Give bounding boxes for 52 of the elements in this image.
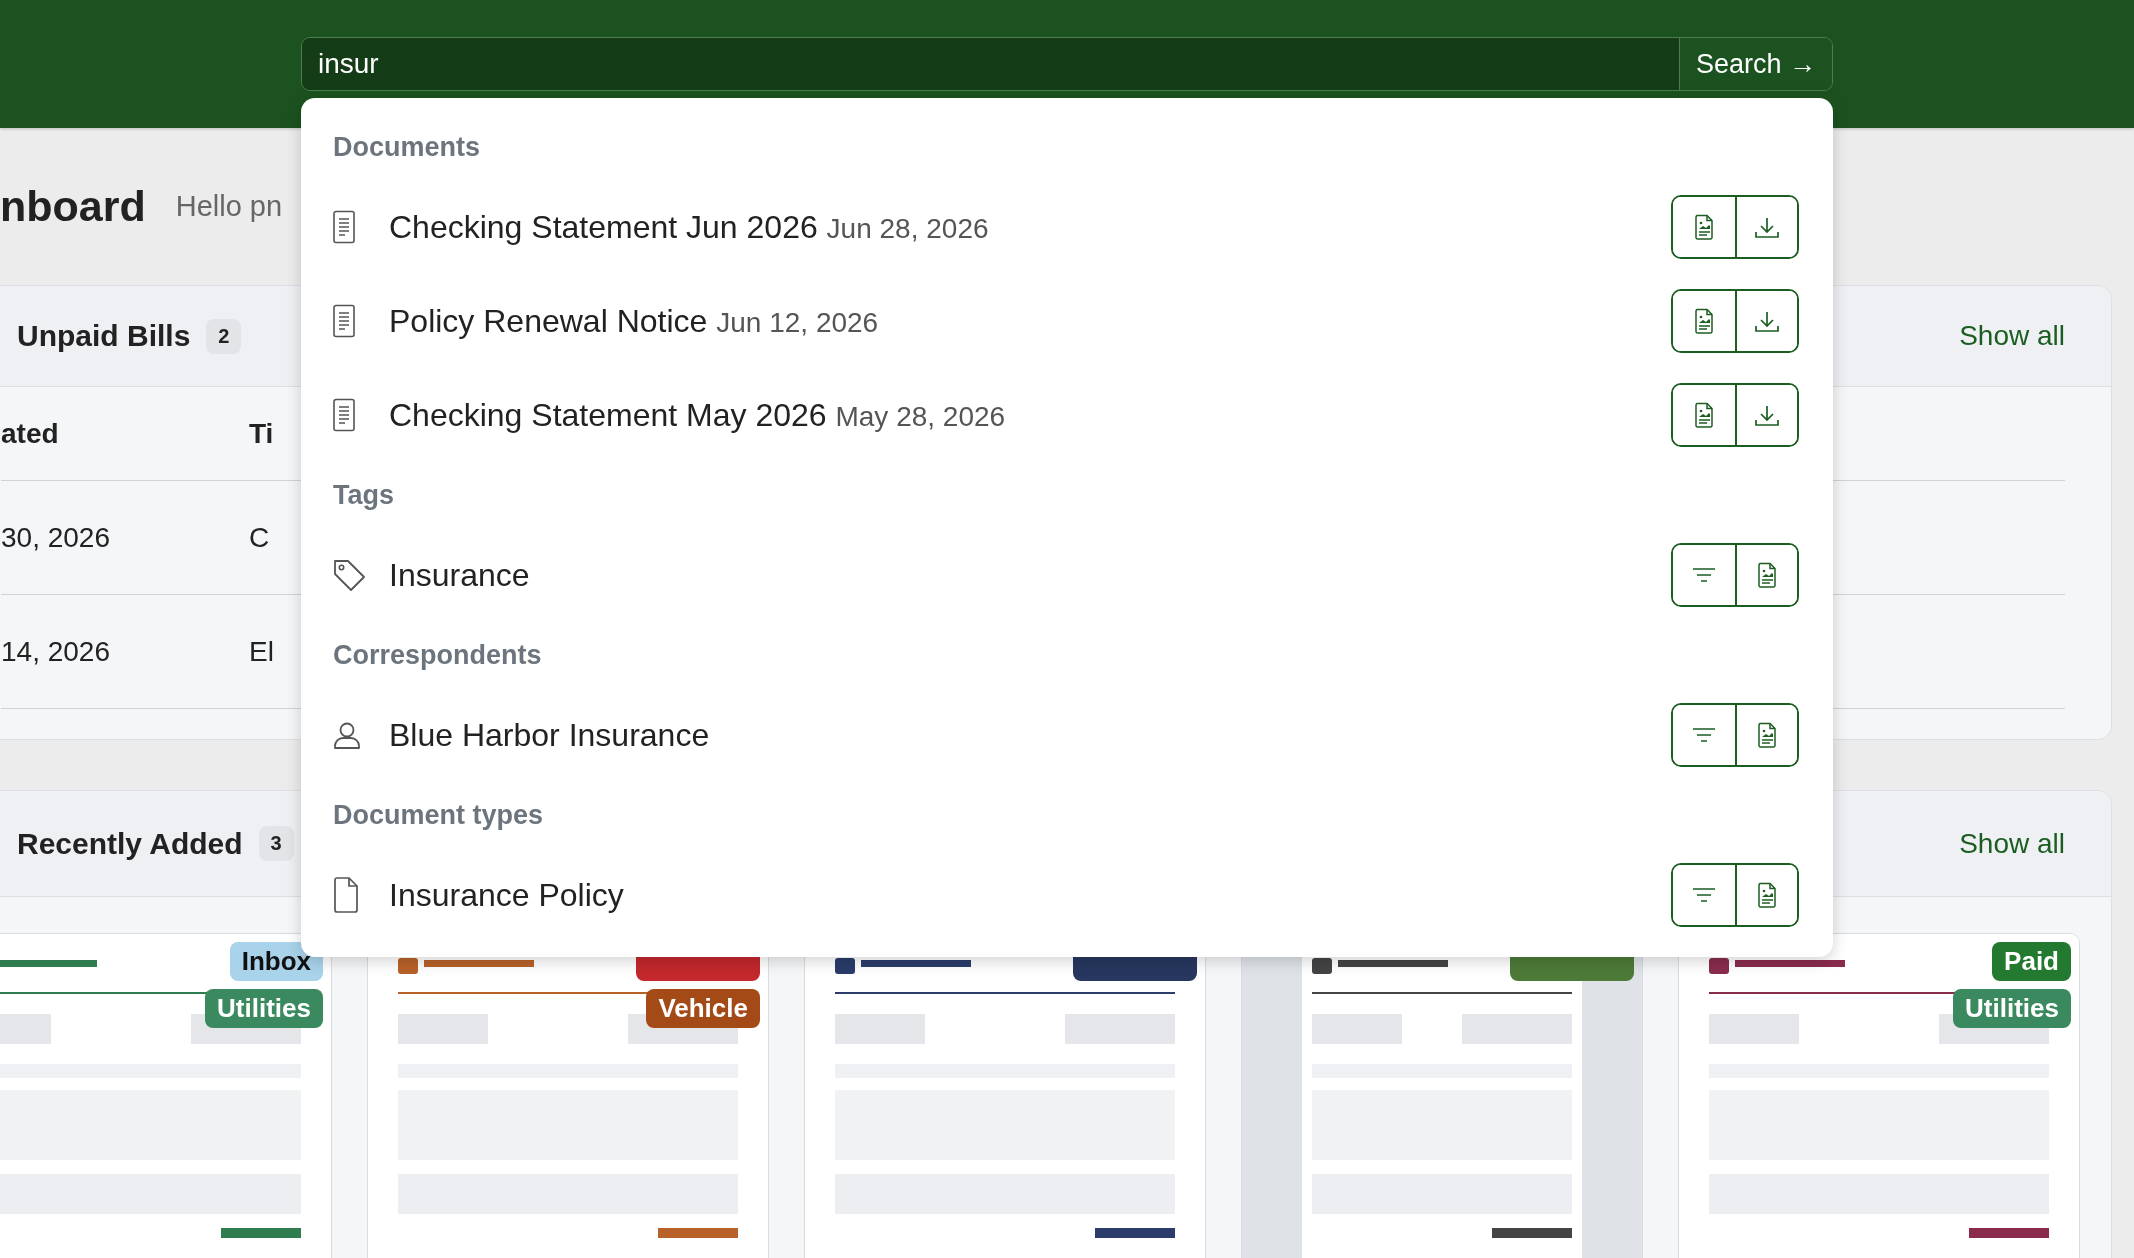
- tag-badge[interactable]: Utilities: [1953, 989, 2071, 1028]
- file-icon: [333, 877, 359, 913]
- card-title: Unpaid Bills: [17, 319, 191, 353]
- tag-badge[interactable]: Utilities: [205, 989, 323, 1028]
- download-button[interactable]: [1735, 291, 1797, 351]
- document-preview-icon: [1694, 214, 1714, 240]
- show-all-link[interactable]: Show all: [1959, 320, 2065, 352]
- table-cell: C: [249, 521, 270, 554]
- tag-badge[interactable]: Paid: [1992, 942, 2071, 981]
- search-result-link[interactable]: Checking Statement Jun 2026 Jun 28, 2026: [389, 208, 989, 246]
- column-header: Ti: [249, 417, 274, 450]
- documents-button[interactable]: [1735, 705, 1797, 765]
- search-result-link[interactable]: Blue Harbor Insurance: [389, 716, 710, 754]
- tag-badge[interactable]: Vehicle: [646, 989, 760, 1028]
- section-heading: Correspondents: [333, 638, 543, 672]
- table-cell: El: [249, 635, 274, 668]
- person-icon: [333, 721, 361, 749]
- greeting-text: Hello pn: [175, 190, 283, 223]
- document-icon: [333, 398, 355, 432]
- count-badge: 2: [206, 318, 242, 354]
- tag-icon: [333, 558, 366, 592]
- document-preview-icon: [1757, 882, 1777, 908]
- section-heading: Documents: [333, 130, 482, 164]
- download-icon: [1754, 309, 1780, 333]
- document-preview-icon: [1757, 722, 1777, 748]
- filter-icon: [1692, 886, 1716, 904]
- show-all-link[interactable]: Show all: [1959, 827, 2065, 860]
- card-title: Recently Added: [17, 826, 243, 861]
- count-badge: 3: [258, 826, 294, 861]
- section-heading: Document types: [333, 798, 545, 832]
- search-result-link[interactable]: Insurance Policy: [389, 876, 624, 914]
- table-cell-text: 30, 2026: [1, 521, 111, 554]
- document-preview-icon: [1757, 562, 1777, 588]
- download-icon: [1754, 403, 1780, 427]
- section-heading: Tags: [333, 478, 395, 512]
- filter-icon: [1692, 566, 1716, 584]
- search-result-link[interactable]: Insurance: [389, 556, 530, 594]
- column-header: ated: [1, 417, 60, 450]
- search-result-link[interactable]: Checking Statement May 2026 May 28, 2026: [389, 396, 1006, 434]
- download-icon: [1754, 215, 1780, 239]
- document-icon: [333, 210, 355, 244]
- documents-button[interactable]: [1735, 865, 1797, 925]
- document-icon: [333, 304, 355, 338]
- document-preview-icon: [1694, 308, 1714, 334]
- download-button[interactable]: [1735, 197, 1797, 257]
- documents-button[interactable]: [1735, 545, 1797, 605]
- download-button[interactable]: [1735, 385, 1797, 445]
- search-result-link[interactable]: Policy Renewal Notice Jun 12, 2026: [389, 302, 879, 340]
- page-title: nboard: [0, 185, 146, 228]
- document-preview-icon: [1694, 402, 1714, 428]
- filter-icon: [1692, 726, 1716, 744]
- table-cell-text: 14, 2026: [1, 635, 111, 668]
